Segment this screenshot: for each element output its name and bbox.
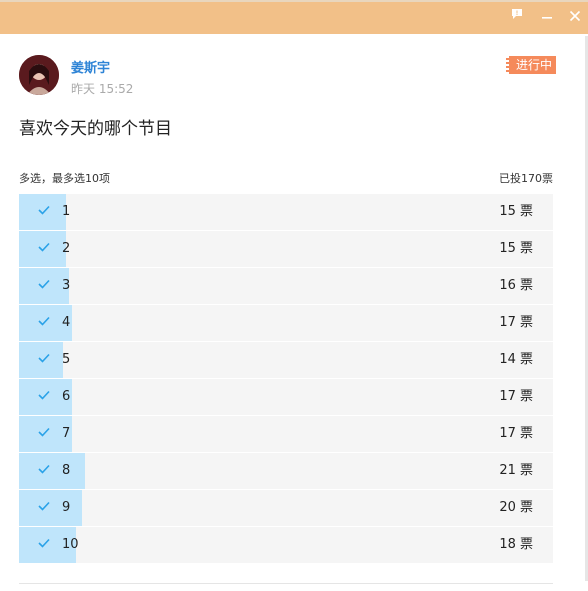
poll-rule: 多选，最多选10项 [19,172,110,185]
close-icon[interactable] [566,8,584,26]
option-label: 9 [62,500,71,515]
check-icon [38,231,50,267]
option-vote-count: 17 票 [499,426,533,441]
option-vote-count: 17 票 [499,389,533,404]
option-label: 5 [62,352,71,367]
poll-option[interactable]: 10 18 票 [19,527,553,563]
poll-option[interactable]: 1 15 票 [19,194,553,230]
option-label: 6 [62,389,71,404]
feedback-icon[interactable] [508,8,526,26]
check-icon [38,194,50,230]
option-vote-count: 20 票 [499,500,533,515]
option-vote-count: 18 票 [499,537,533,552]
poll-option[interactable]: 2 15 票 [19,231,553,267]
option-vote-count: 14 票 [499,352,533,367]
window-titlebar [0,0,588,34]
poll-option[interactable]: 5 14 票 [19,342,553,378]
poll-option[interactable]: 7 17 票 [19,416,553,452]
check-icon [38,305,50,341]
author-name[interactable]: 姜斯宇 [71,57,110,76]
option-label: 3 [62,278,71,293]
avatar[interactable] [19,55,59,95]
poll-option[interactable]: 6 17 票 [19,379,553,415]
check-icon [38,268,50,304]
check-icon [38,416,50,452]
status-badge: 进行中 [506,56,557,74]
poll-option[interactable]: 9 20 票 [19,490,553,526]
divider [19,583,553,584]
check-icon [38,490,50,526]
check-icon [38,527,50,563]
check-icon [38,379,50,415]
check-icon [38,342,50,378]
poll-option[interactable]: 3 16 票 [19,268,553,304]
option-vote-count: 15 票 [499,241,533,256]
poll-question: 喜欢今天的哪个节目 [19,119,172,139]
vote-bar [19,490,82,526]
poll-options: 1 15 票 2 15 票 3 16 票 4 17 票 5 14 票 6 17 票 7 17 票 8 21 票… [19,194,553,564]
option-label: 8 [62,463,71,478]
vote-bar [19,453,85,489]
option-label: 4 [62,315,71,330]
option-label: 7 [62,426,71,441]
option-vote-count: 21 票 [499,463,533,478]
poll-total: 已投170票 [499,172,553,185]
poll-option[interactable]: 4 17 票 [19,305,553,341]
option-vote-count: 17 票 [499,315,533,330]
minimize-icon[interactable] [538,8,556,26]
option-label: 10 [62,537,79,552]
check-icon [38,453,50,489]
option-label: 2 [62,241,71,256]
option-label: 1 [62,204,71,219]
option-vote-count: 16 票 [499,278,533,293]
post-time: 昨天 15:52 [71,82,134,96]
poll-option[interactable]: 8 21 票 [19,453,553,489]
option-vote-count: 15 票 [499,204,533,219]
